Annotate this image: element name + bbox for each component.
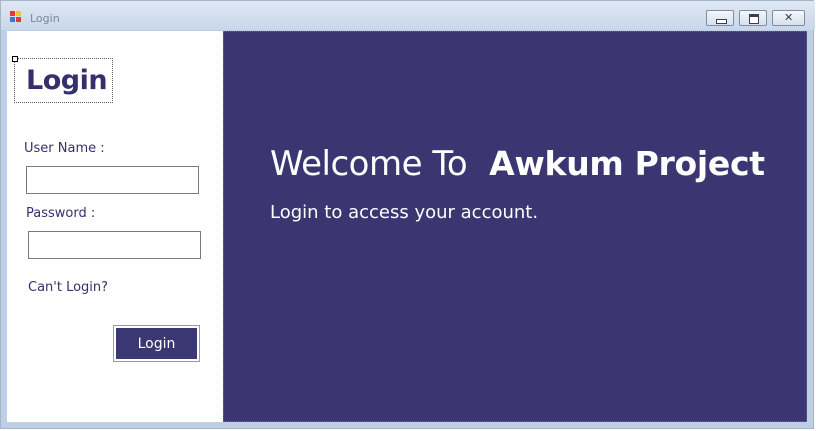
close-button[interactable]: ✕ [772, 10, 805, 26]
maximize-button[interactable] [739, 10, 767, 26]
login-button-label: Login [116, 328, 197, 359]
login-panel: Login User Name : Password : Can't Login… [7, 31, 223, 422]
minimize-icon [716, 19, 727, 24]
window-title: Login [30, 12, 60, 25]
maximize-icon [749, 14, 759, 24]
close-icon: ✕ [784, 11, 794, 24]
title-bar[interactable]: Login ✕ [1, 1, 815, 30]
cant-login-link[interactable]: Can't Login? [28, 280, 108, 295]
form-client-area: Login User Name : Password : Can't Login… [7, 31, 807, 422]
password-input[interactable] [28, 231, 201, 259]
welcome-prefix: Welcome To [270, 144, 468, 184]
selection-handle [12, 56, 18, 62]
welcome-subtitle: Login to access your account. [270, 202, 539, 223]
login-heading: Login [26, 65, 108, 96]
project-name: Awkum Project [489, 144, 765, 183]
login-window: Login ✕ Login User Name : Password : Can… [0, 0, 815, 429]
welcome-heading: Welcome To Awkum Project [270, 144, 765, 184]
username-label: User Name : [24, 141, 105, 156]
login-button[interactable]: Login [113, 325, 200, 362]
username-input[interactable] [26, 166, 199, 194]
welcome-panel: Welcome To Awkum Project Login to access … [223, 31, 807, 422]
heading-selection-box: Login [12, 56, 113, 103]
password-label: Password : [26, 206, 96, 221]
app-icon [10, 11, 22, 23]
minimize-button[interactable] [706, 10, 734, 26]
